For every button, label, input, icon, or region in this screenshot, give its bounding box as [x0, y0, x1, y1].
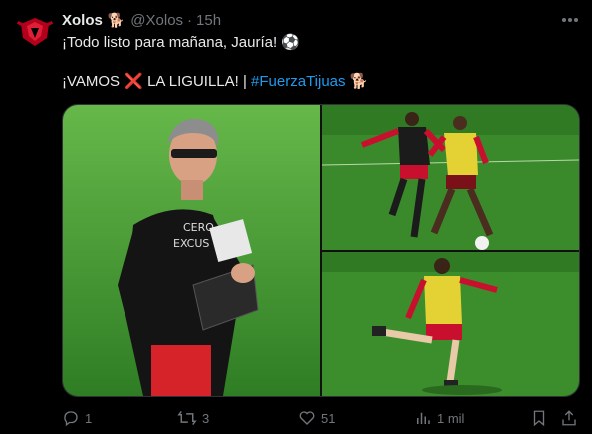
tweet-text: ¡VAMOS [62, 73, 125, 90]
tweet-action-bar: 1 3 51 1 mil [62, 407, 582, 429]
bookmark-button[interactable] [530, 407, 548, 429]
avatar[interactable] [15, 12, 55, 52]
shirt-text: EXCUS [173, 237, 209, 250]
soccer-ball-icon: ⚽ [281, 34, 300, 51]
tweet-text-line-2: ¡VAMOS ❌ LA LIGUILLA! | #FuerzaTijuas 🐕 [62, 72, 368, 92]
tweet-timestamp[interactable]: 15h [196, 12, 221, 29]
xolos-logo-icon [15, 12, 55, 52]
tweet-text-line-1: ¡Todo listo para mañana, Jauría! ⚽ [62, 33, 300, 53]
heart-icon [299, 411, 315, 425]
like-count: 51 [321, 410, 336, 426]
more-options-button[interactable] [558, 10, 582, 30]
bookmark-icon [533, 410, 545, 427]
media-image-training-kick[interactable] [322, 252, 579, 396]
more-horizontal-icon [562, 18, 578, 22]
share-icon [562, 410, 576, 426]
separator-dot: · [187, 11, 193, 29]
author-name[interactable]: Xolos [62, 12, 103, 29]
views-icon [417, 412, 430, 424]
reply-button[interactable]: 1 [62, 407, 92, 429]
tweet-text: ¡Todo listo para mañana, Jauría! [62, 34, 282, 51]
shirt-text: CERO [183, 221, 214, 234]
dog-emoji-icon: 🐕 [107, 11, 126, 28]
tweet-text: LA LIGUILLA! | [142, 73, 252, 90]
share-button[interactable] [560, 407, 578, 429]
hashtag-link[interactable]: #FuerzaTijuas [251, 73, 345, 90]
reply-count: 1 [85, 410, 93, 426]
dog-emoji-icon: 🐕 [345, 73, 369, 90]
views-count: 1 mil [437, 410, 465, 426]
retweet-icon [177, 411, 197, 425]
author-handle[interactable]: @Xolos [130, 12, 183, 29]
like-button[interactable]: 51 [298, 407, 335, 429]
cross-mark-icon: ❌ [124, 73, 143, 90]
media-image-coach[interactable]: CERO EXCUS [63, 105, 320, 396]
media-grid: CERO EXCUS [62, 104, 580, 397]
retweet-button[interactable]: 3 [177, 407, 209, 429]
media-image-training-duo[interactable] [322, 105, 579, 250]
tweet-header: Xolos 🐕 @Xolos · 15h [62, 11, 221, 29]
reply-icon [64, 411, 78, 427]
retweet-count: 3 [202, 410, 210, 426]
views-button[interactable]: 1 mil [414, 407, 464, 429]
